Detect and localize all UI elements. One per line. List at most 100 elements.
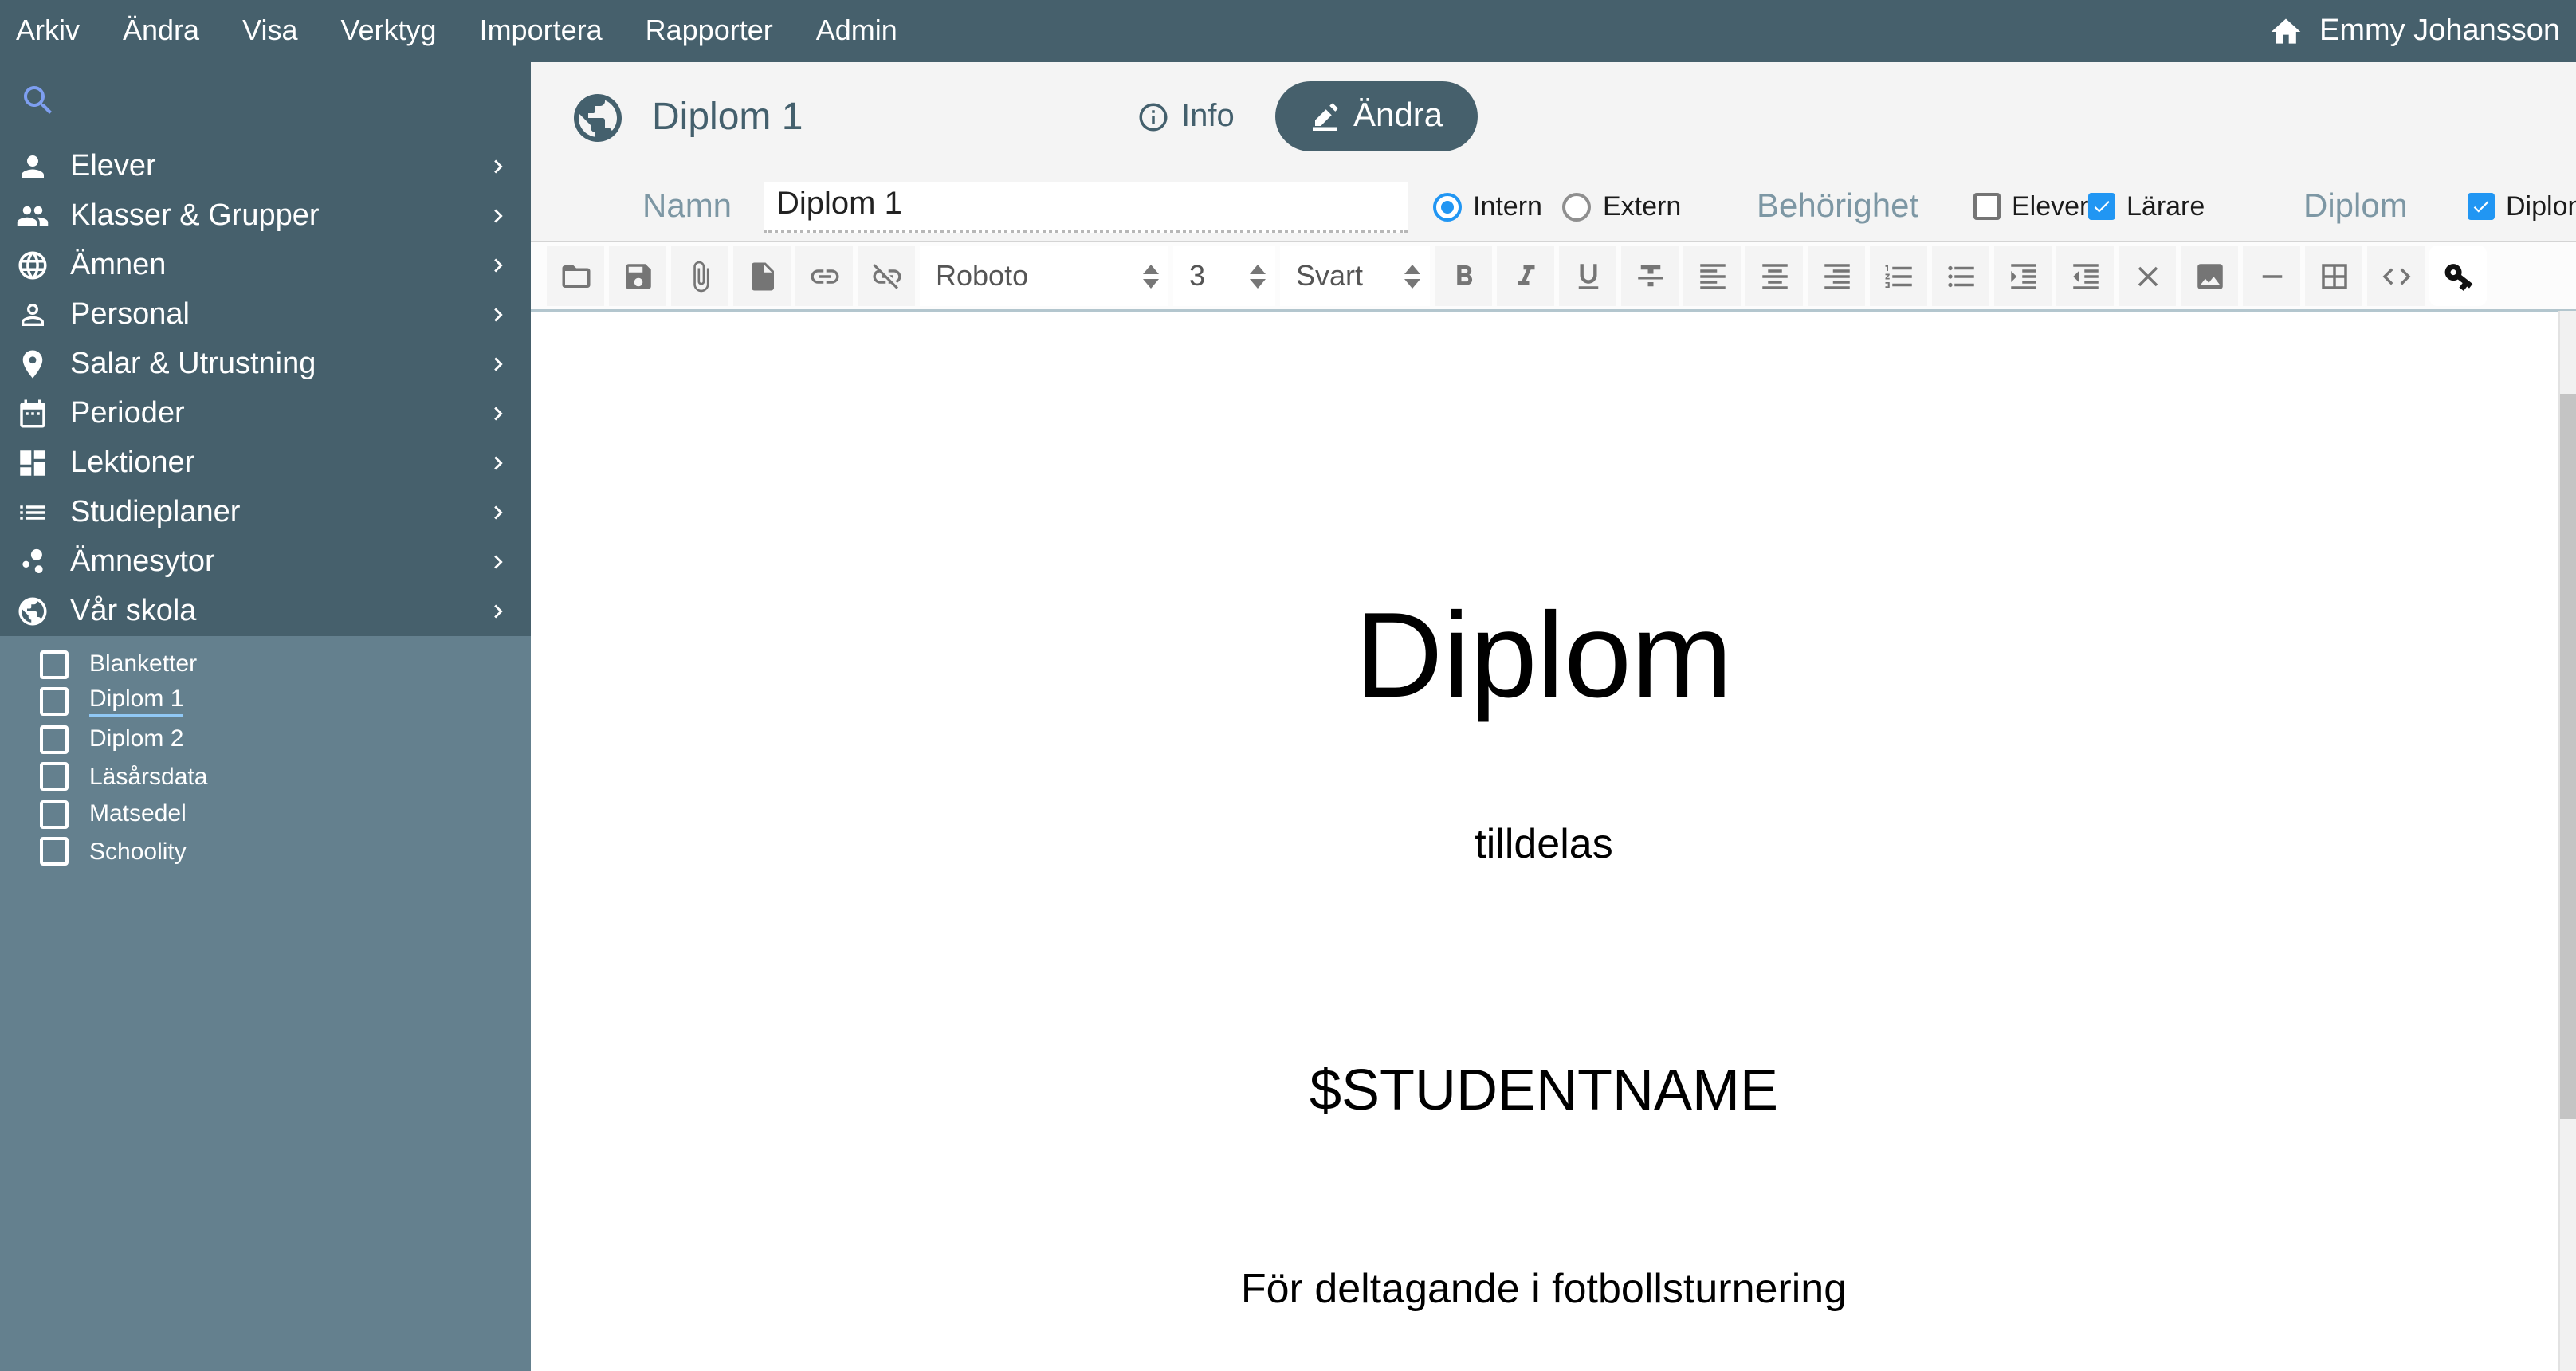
align-center-icon bbox=[1757, 259, 1791, 293]
pencil-icon bbox=[1310, 102, 1339, 131]
intern-radio[interactable] bbox=[1433, 192, 1462, 221]
scrollbar-thumb[interactable] bbox=[2560, 394, 2576, 1119]
sidebar-item-var-skola[interactable]: Vår skola bbox=[0, 587, 531, 636]
teachers-checkbox[interactable] bbox=[2088, 193, 2115, 220]
align-left-button[interactable] bbox=[1683, 246, 1741, 306]
info-button[interactable]: Info bbox=[1137, 62, 1235, 172]
sidebar-search[interactable] bbox=[0, 62, 531, 139]
people-icon bbox=[16, 199, 49, 233]
chevron-right-icon bbox=[485, 252, 512, 279]
user-name: Emmy Johansson bbox=[2319, 14, 2560, 49]
sidebar-item-elever[interactable]: Elever bbox=[0, 142, 531, 191]
editor-toolbar: Roboto 3 Svart bbox=[531, 242, 2576, 312]
lasarsdata-checkbox[interactable] bbox=[40, 763, 69, 792]
user-menu[interactable]: Emmy Johansson bbox=[2268, 14, 2560, 49]
indent-decrease-icon bbox=[2068, 259, 2102, 293]
menu-item-verktyg[interactable]: Verktyg bbox=[341, 14, 437, 48]
permission-label: Behörighet bbox=[1757, 187, 1918, 226]
italic-button[interactable] bbox=[1497, 246, 1554, 306]
menu-item-admin[interactable]: Admin bbox=[816, 14, 897, 48]
clear-icon bbox=[2130, 259, 2164, 293]
sidebar-item-perioder[interactable]: Perioder bbox=[0, 389, 531, 438]
teachers-checkbox-group: Lärare bbox=[2088, 172, 2205, 241]
align-right-button[interactable] bbox=[1808, 246, 1865, 306]
sidebar-item-personal[interactable]: Personal bbox=[0, 290, 531, 340]
sidebar-subitem-diplom-2[interactable]: Diplom 2 bbox=[0, 721, 531, 758]
font-family-select[interactable]: Roboto bbox=[920, 246, 1168, 306]
font-color-select[interactable]: Svart bbox=[1280, 246, 1430, 306]
sidebar-subitem-lasarsdata[interactable]: Läsårsdata bbox=[0, 758, 531, 795]
menu-item-importera[interactable]: Importera bbox=[480, 14, 603, 48]
matsedel-checkbox[interactable] bbox=[40, 800, 69, 829]
key-button[interactable] bbox=[2429, 246, 2487, 306]
diplom-1-checkbox[interactable] bbox=[40, 688, 69, 717]
sidebar-item-amnen[interactable]: Ämnen bbox=[0, 241, 531, 290]
sidebar-subitem-schoolity[interactable]: Schoolity bbox=[0, 833, 531, 870]
align-center-button[interactable] bbox=[1745, 246, 1803, 306]
globe-icon bbox=[569, 88, 626, 146]
horizontal-rule-icon bbox=[2255, 259, 2288, 293]
chevron-right-icon bbox=[485, 598, 512, 625]
horizontal-rule-button[interactable] bbox=[2243, 246, 2300, 306]
strikethrough-button[interactable] bbox=[1621, 246, 1679, 306]
sidebar-nav: Elever Klasser & Grupper Ämnen Personal bbox=[0, 139, 531, 636]
menu-item-rapporter[interactable]: Rapporter bbox=[646, 14, 773, 48]
bold-button[interactable] bbox=[1435, 246, 1492, 306]
diplom-checkbox[interactable] bbox=[2468, 193, 2495, 220]
extern-radio[interactable] bbox=[1563, 192, 1592, 221]
permission-label-group: Behörighet bbox=[1757, 172, 1918, 241]
updown-arrows-icon bbox=[1404, 264, 1420, 288]
search-icon[interactable] bbox=[19, 81, 57, 120]
folder-open-button[interactable] bbox=[547, 246, 604, 306]
font-size-select[interactable]: 3 bbox=[1173, 246, 1275, 306]
indent-decrease-button[interactable] bbox=[2056, 246, 2114, 306]
insert-image-button[interactable] bbox=[2181, 246, 2238, 306]
diplom-label-group: Diplom bbox=[2303, 172, 2408, 241]
page-title: Diplom 1 bbox=[652, 95, 803, 139]
sidebar: Elever Klasser & Grupper Ämnen Personal bbox=[0, 62, 531, 1371]
schoolity-checkbox[interactable] bbox=[40, 838, 69, 866]
key-icon bbox=[2435, 253, 2482, 300]
new-document-button[interactable] bbox=[733, 246, 791, 306]
sidebar-item-studieplaner[interactable]: Studieplaner bbox=[0, 488, 531, 537]
edit-button[interactable]: Ändra bbox=[1275, 81, 1478, 151]
clear-formatting-button[interactable] bbox=[2119, 246, 2176, 306]
dashboard-icon bbox=[16, 446, 49, 480]
chevron-right-icon bbox=[485, 400, 512, 427]
ordered-list-button[interactable] bbox=[1870, 246, 1927, 306]
globe-wire-icon bbox=[16, 249, 49, 282]
underline-button[interactable] bbox=[1559, 246, 1616, 306]
scrollbar-track[interactable] bbox=[2558, 311, 2576, 1371]
name-input[interactable] bbox=[764, 181, 1408, 232]
bullet-list-button[interactable] bbox=[1932, 246, 1989, 306]
chevron-right-icon bbox=[485, 499, 512, 526]
list-icon bbox=[16, 496, 49, 529]
sidebar-subpanel: Blanketter Diplom 1 Diplom 2 Läsårsdata … bbox=[0, 636, 531, 1371]
sidebar-subitem-matsedel[interactable]: Matsedel bbox=[0, 795, 531, 833]
link-button[interactable] bbox=[795, 246, 853, 306]
visibility-radio-group: Intern Extern bbox=[1433, 172, 1681, 241]
sidebar-subitem-blanketter[interactable]: Blanketter bbox=[0, 646, 531, 683]
menu-item-visa[interactable]: Visa bbox=[242, 14, 297, 48]
chevron-right-icon bbox=[485, 450, 512, 477]
menu-item-arkiv[interactable]: Arkiv bbox=[16, 14, 80, 48]
sidebar-item-lektioner[interactable]: Lektioner bbox=[0, 438, 531, 488]
align-left-icon bbox=[1695, 259, 1729, 293]
sidebar-item-amnesytor[interactable]: Ämnesytor bbox=[0, 537, 531, 587]
menu-item-andra[interactable]: Ändra bbox=[123, 14, 199, 48]
sidebar-item-klasser-grupper[interactable]: Klasser & Grupper bbox=[0, 191, 531, 241]
attach-button[interactable] bbox=[671, 246, 728, 306]
sidebar-subitem-diplom-1[interactable]: Diplom 1 bbox=[0, 683, 531, 721]
indent-increase-button[interactable] bbox=[1994, 246, 2052, 306]
sidebar-item-salar-utrustning[interactable]: Salar & Utrustning bbox=[0, 340, 531, 389]
save-button[interactable] bbox=[609, 246, 666, 306]
document-editor[interactable]: Diplom tilldelas $STUDENTNAME För deltag… bbox=[531, 312, 2576, 1371]
app-root: Arkiv Ändra Visa Verktyg Importera Rappo… bbox=[0, 0, 2576, 1371]
unlink-button[interactable] bbox=[858, 246, 915, 306]
insert-table-button[interactable] bbox=[2305, 246, 2362, 306]
main-menu: Arkiv Ändra Visa Verktyg Importera Rappo… bbox=[16, 14, 897, 48]
students-checkbox[interactable] bbox=[1973, 193, 2001, 220]
diplom-2-checkbox[interactable] bbox=[40, 725, 69, 754]
code-view-button[interactable] bbox=[2367, 246, 2425, 306]
blanketter-checkbox[interactable] bbox=[40, 650, 69, 679]
